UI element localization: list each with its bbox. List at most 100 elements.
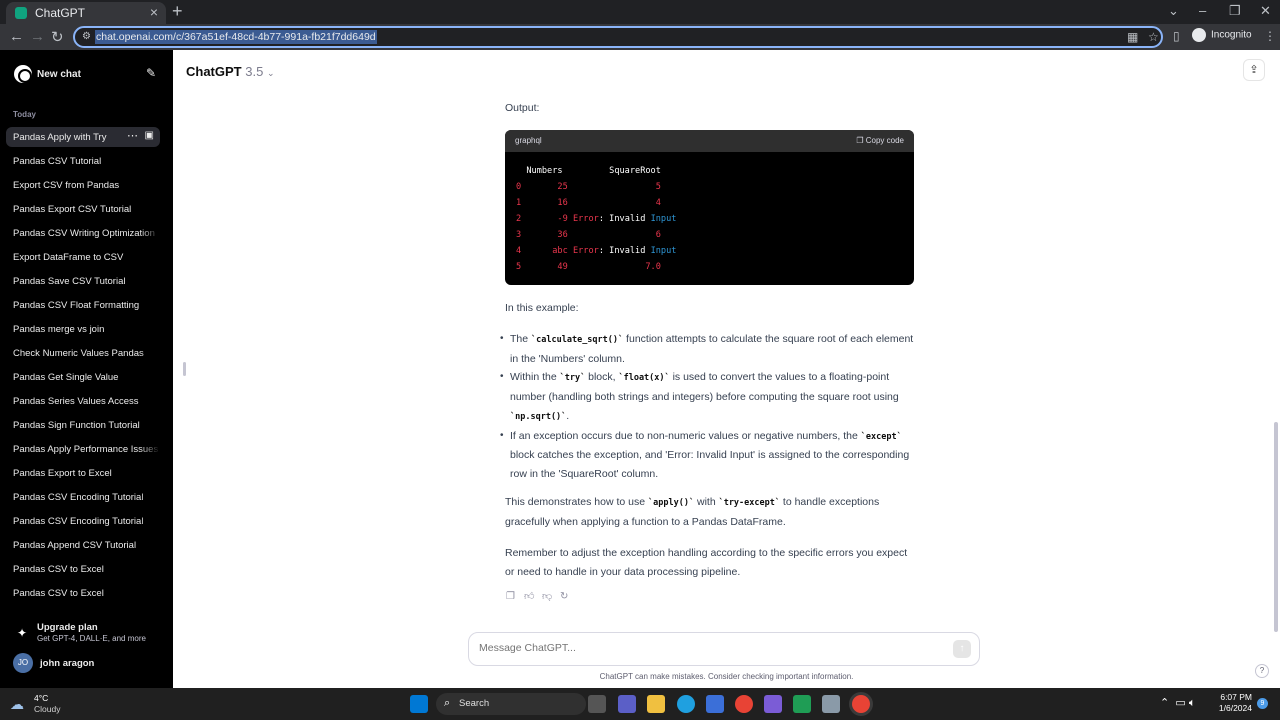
- chevron-up-icon[interactable]: ⌃: [1160, 697, 1169, 709]
- close-tab-icon[interactable]: ×: [150, 4, 158, 20]
- tab-search-icon[interactable]: ⌄: [1168, 3, 1179, 19]
- sidebar-item[interactable]: Export DataFrame to CSV: [6, 247, 160, 267]
- tab-title: ChatGPT: [35, 6, 86, 20]
- system-tray[interactable]: ⌃ ▭ 🔈︎: [1160, 696, 1195, 710]
- intro-text: In this example:: [505, 302, 579, 314]
- fade-overlay: [140, 343, 160, 363]
- date: 1/6/2024: [1218, 703, 1252, 713]
- chrome-icon[interactable]: [735, 695, 753, 713]
- back-icon[interactable]: ←: [9, 28, 24, 45]
- edge-icon[interactable]: [677, 695, 695, 713]
- model-selector[interactable]: ChatGPT 3.5 ⌄: [186, 64, 275, 79]
- sidebar-item[interactable]: Pandas Append CSV Tutorial: [6, 535, 160, 555]
- sidebar-item[interactable]: Pandas CSV to Excel: [6, 583, 160, 603]
- bookmark-star-icon[interactable]: ☆: [1148, 30, 1159, 44]
- sidebar-item[interactable]: Pandas merge vs join: [6, 319, 160, 339]
- notification-badge[interactable]: 9: [1257, 698, 1268, 709]
- sidebar-item[interactable]: Pandas Apply Performance Issues: [6, 439, 160, 459]
- inline-code: `try`: [559, 373, 586, 384]
- message-input[interactable]: [479, 642, 939, 654]
- sidebar-item[interactable]: Pandas CSV Writing Optimization: [6, 223, 160, 243]
- chrome-active-icon[interactable]: [852, 695, 870, 713]
- browser-tab[interactable]: ChatGPT ×: [6, 2, 166, 24]
- thumbs-down-icon[interactable]: 👎︎: [542, 590, 560, 602]
- model-name: ChatGPT: [186, 64, 242, 79]
- reload-icon[interactable]: ↻: [51, 28, 64, 46]
- sidebar-item[interactable]: Pandas Save CSV Tutorial: [6, 271, 160, 291]
- more-options-icon[interactable]: ⋯: [127, 129, 138, 142]
- scrollbar[interactable]: [1274, 422, 1278, 632]
- user-menu[interactable]: JO john aragon: [13, 652, 163, 674]
- sidebar-item[interactable]: Pandas Export CSV Tutorial: [6, 199, 160, 219]
- thumbs-up-icon[interactable]: 👍︎: [524, 590, 542, 602]
- store-icon[interactable]: [706, 695, 724, 713]
- app-icon[interactable]: [764, 695, 782, 713]
- code-line: 4 abc Error: Invalid Input: [516, 246, 676, 256]
- sidebar-item[interactable]: Check Numeric Values Pandas: [6, 343, 160, 363]
- taskbar-search[interactable]: ⌕ Search: [436, 693, 586, 715]
- sidebar-item[interactable]: Export CSV from Pandas: [6, 175, 160, 195]
- sidebar-item-label: Pandas Save CSV Tutorial: [13, 276, 126, 287]
- sidebar-toggle-handle[interactable]: [183, 362, 186, 376]
- file-explorer-icon[interactable]: [647, 695, 665, 713]
- explanation-list: The `calculate_sqrt()` function attempts…: [500, 330, 916, 484]
- row-number: abc: [552, 246, 568, 256]
- sidebar-item-label: Pandas CSV Float Formatting: [13, 300, 140, 311]
- sidebar-item[interactable]: Pandas CSV to Excel: [6, 559, 160, 579]
- sidebar-item[interactable]: Pandas CSV Float Formatting: [6, 295, 160, 315]
- address-bar[interactable]: ⚙ chat.openai.com/c/367a51ef-48cd-4b77-9…: [73, 26, 1163, 48]
- minimize-icon[interactable]: –: [1199, 3, 1206, 18]
- send-button[interactable]: ↑: [953, 640, 971, 658]
- copy-code-button[interactable]: ❐ Copy code: [856, 136, 904, 145]
- new-chat-button[interactable]: New chat ✎: [6, 60, 162, 88]
- side-panel-icon[interactable]: ▯: [1173, 29, 1180, 43]
- start-icon[interactable]: [410, 695, 428, 713]
- row-number: -9: [557, 214, 568, 224]
- row-index: 4: [516, 246, 522, 256]
- sidebar-item[interactable]: Pandas Series Values Access: [6, 391, 160, 411]
- incognito-profile[interactable]: Incognito: [1192, 28, 1252, 42]
- sidebar-item-label: Pandas Get Single Value: [13, 372, 119, 383]
- sidebar-item[interactable]: Pandas CSV Tutorial: [6, 151, 160, 171]
- sidebar-item[interactable]: Pandas Sign Function Tutorial: [6, 415, 160, 435]
- archive-icon[interactable]: ▣: [145, 130, 154, 141]
- forward-icon[interactable]: →: [30, 28, 45, 45]
- upgrade-title: Upgrade plan: [37, 622, 98, 633]
- volume-icon[interactable]: 🔈︎: [1189, 697, 1196, 709]
- new-tab-icon[interactable]: +: [172, 1, 183, 22]
- list-item: If an exception occurs due to non-numeri…: [500, 427, 916, 484]
- row-squareroot: 7.0: [645, 262, 661, 272]
- excel-icon[interactable]: [793, 695, 811, 713]
- text: block,: [585, 371, 619, 384]
- task-view-icon[interactable]: [588, 695, 606, 713]
- share-icon[interactable]: ⇪: [1243, 59, 1265, 81]
- clock[interactable]: 6:07 PM 1/6/2024: [1214, 692, 1252, 714]
- edit-icon[interactable]: ✎: [146, 66, 156, 80]
- install-app-icon[interactable]: ▦: [1127, 30, 1138, 44]
- chat-app-icon[interactable]: [618, 695, 636, 713]
- inline-code: `float(x)`: [618, 373, 670, 384]
- help-icon[interactable]: ?: [1255, 664, 1269, 678]
- sidebar-item[interactable]: Pandas CSV Encoding Tutorial: [6, 487, 160, 507]
- text: .: [566, 409, 570, 422]
- copy-icon[interactable]: ❐: [506, 591, 524, 602]
- regenerate-icon[interactable]: ↻: [560, 591, 578, 602]
- sidebar-item[interactable]: Pandas Export to Excel: [6, 463, 160, 483]
- sidebar-item-label: Pandas Series Values Access: [13, 396, 139, 407]
- sidebar-item[interactable]: Pandas Get Single Value: [6, 367, 160, 387]
- site-info-icon[interactable]: ⚙: [82, 31, 92, 42]
- url-text[interactable]: chat.openai.com/c/367a51ef-48cd-4b77-991…: [95, 30, 377, 44]
- sidebar-item[interactable]: Pandas Apply with Try ⋯ ▣: [6, 127, 160, 147]
- browser-menu-icon[interactable]: ⋮: [1264, 29, 1276, 43]
- sidebar-item-label: Pandas Sign Function Tutorial: [13, 420, 140, 431]
- close-window-icon[interactable]: ✕: [1260, 3, 1271, 19]
- code-line: 0 25 5: [516, 182, 661, 192]
- app-icon[interactable]: [822, 695, 840, 713]
- fade-overlay: [140, 559, 160, 579]
- upgrade-plan-button[interactable]: ✦ Upgrade plan Get GPT-4, DALL·E, and mo…: [13, 620, 163, 650]
- maximize-icon[interactable]: ❐: [1229, 3, 1241, 19]
- text: This demonstrates how to use: [505, 496, 648, 508]
- inline-code: `except`: [860, 431, 902, 442]
- sidebar-item[interactable]: Pandas CSV Encoding Tutorial: [6, 511, 160, 531]
- network-icon[interactable]: ▭: [1175, 697, 1185, 709]
